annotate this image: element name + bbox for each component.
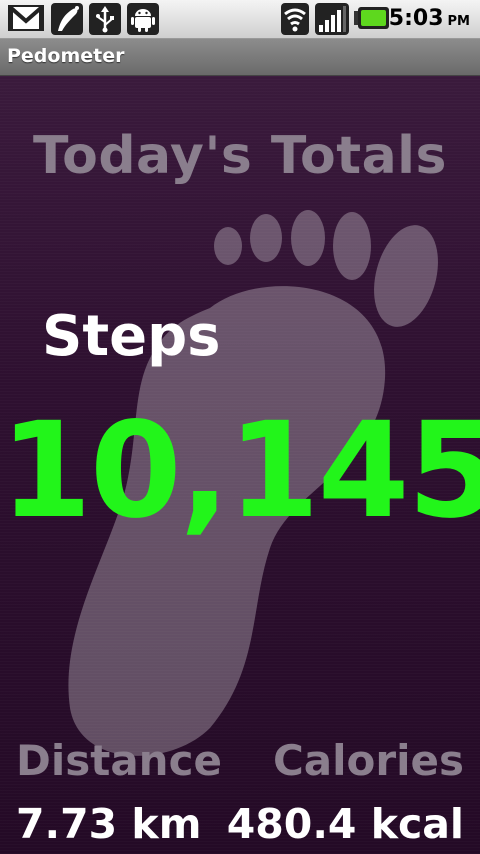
android-debug-icon: [127, 3, 159, 39]
wifi-icon: [279, 3, 311, 39]
clock-ampm: PM: [447, 14, 470, 29]
steps-label: Steps: [42, 304, 221, 369]
todays-totals-heading: Today's Totals: [33, 126, 447, 186]
clock-time: 5:03: [388, 6, 444, 31]
steps-value: 10,145: [0, 394, 480, 548]
battery-icon: [354, 6, 390, 34]
title-bar: Pedometer: [0, 39, 480, 76]
signal-icon: [315, 3, 349, 39]
usb-icon: [89, 3, 121, 39]
status-bar: 5:03 PM: [0, 0, 480, 39]
calories-label: Calories: [272, 736, 464, 785]
calories-value: 480.4 kcal: [226, 800, 464, 848]
distance-label: Distance: [16, 736, 222, 785]
pedometer-notification-icon: [51, 3, 83, 39]
main-panel: Today's Totals Steps 10,145 Distance Cal…: [0, 76, 480, 854]
gmail-icon: [8, 3, 44, 37]
status-clock: 5:03 PM: [389, 4, 470, 34]
distance-value: 7.73 km: [16, 800, 202, 848]
app-title: Pedometer: [7, 45, 125, 67]
